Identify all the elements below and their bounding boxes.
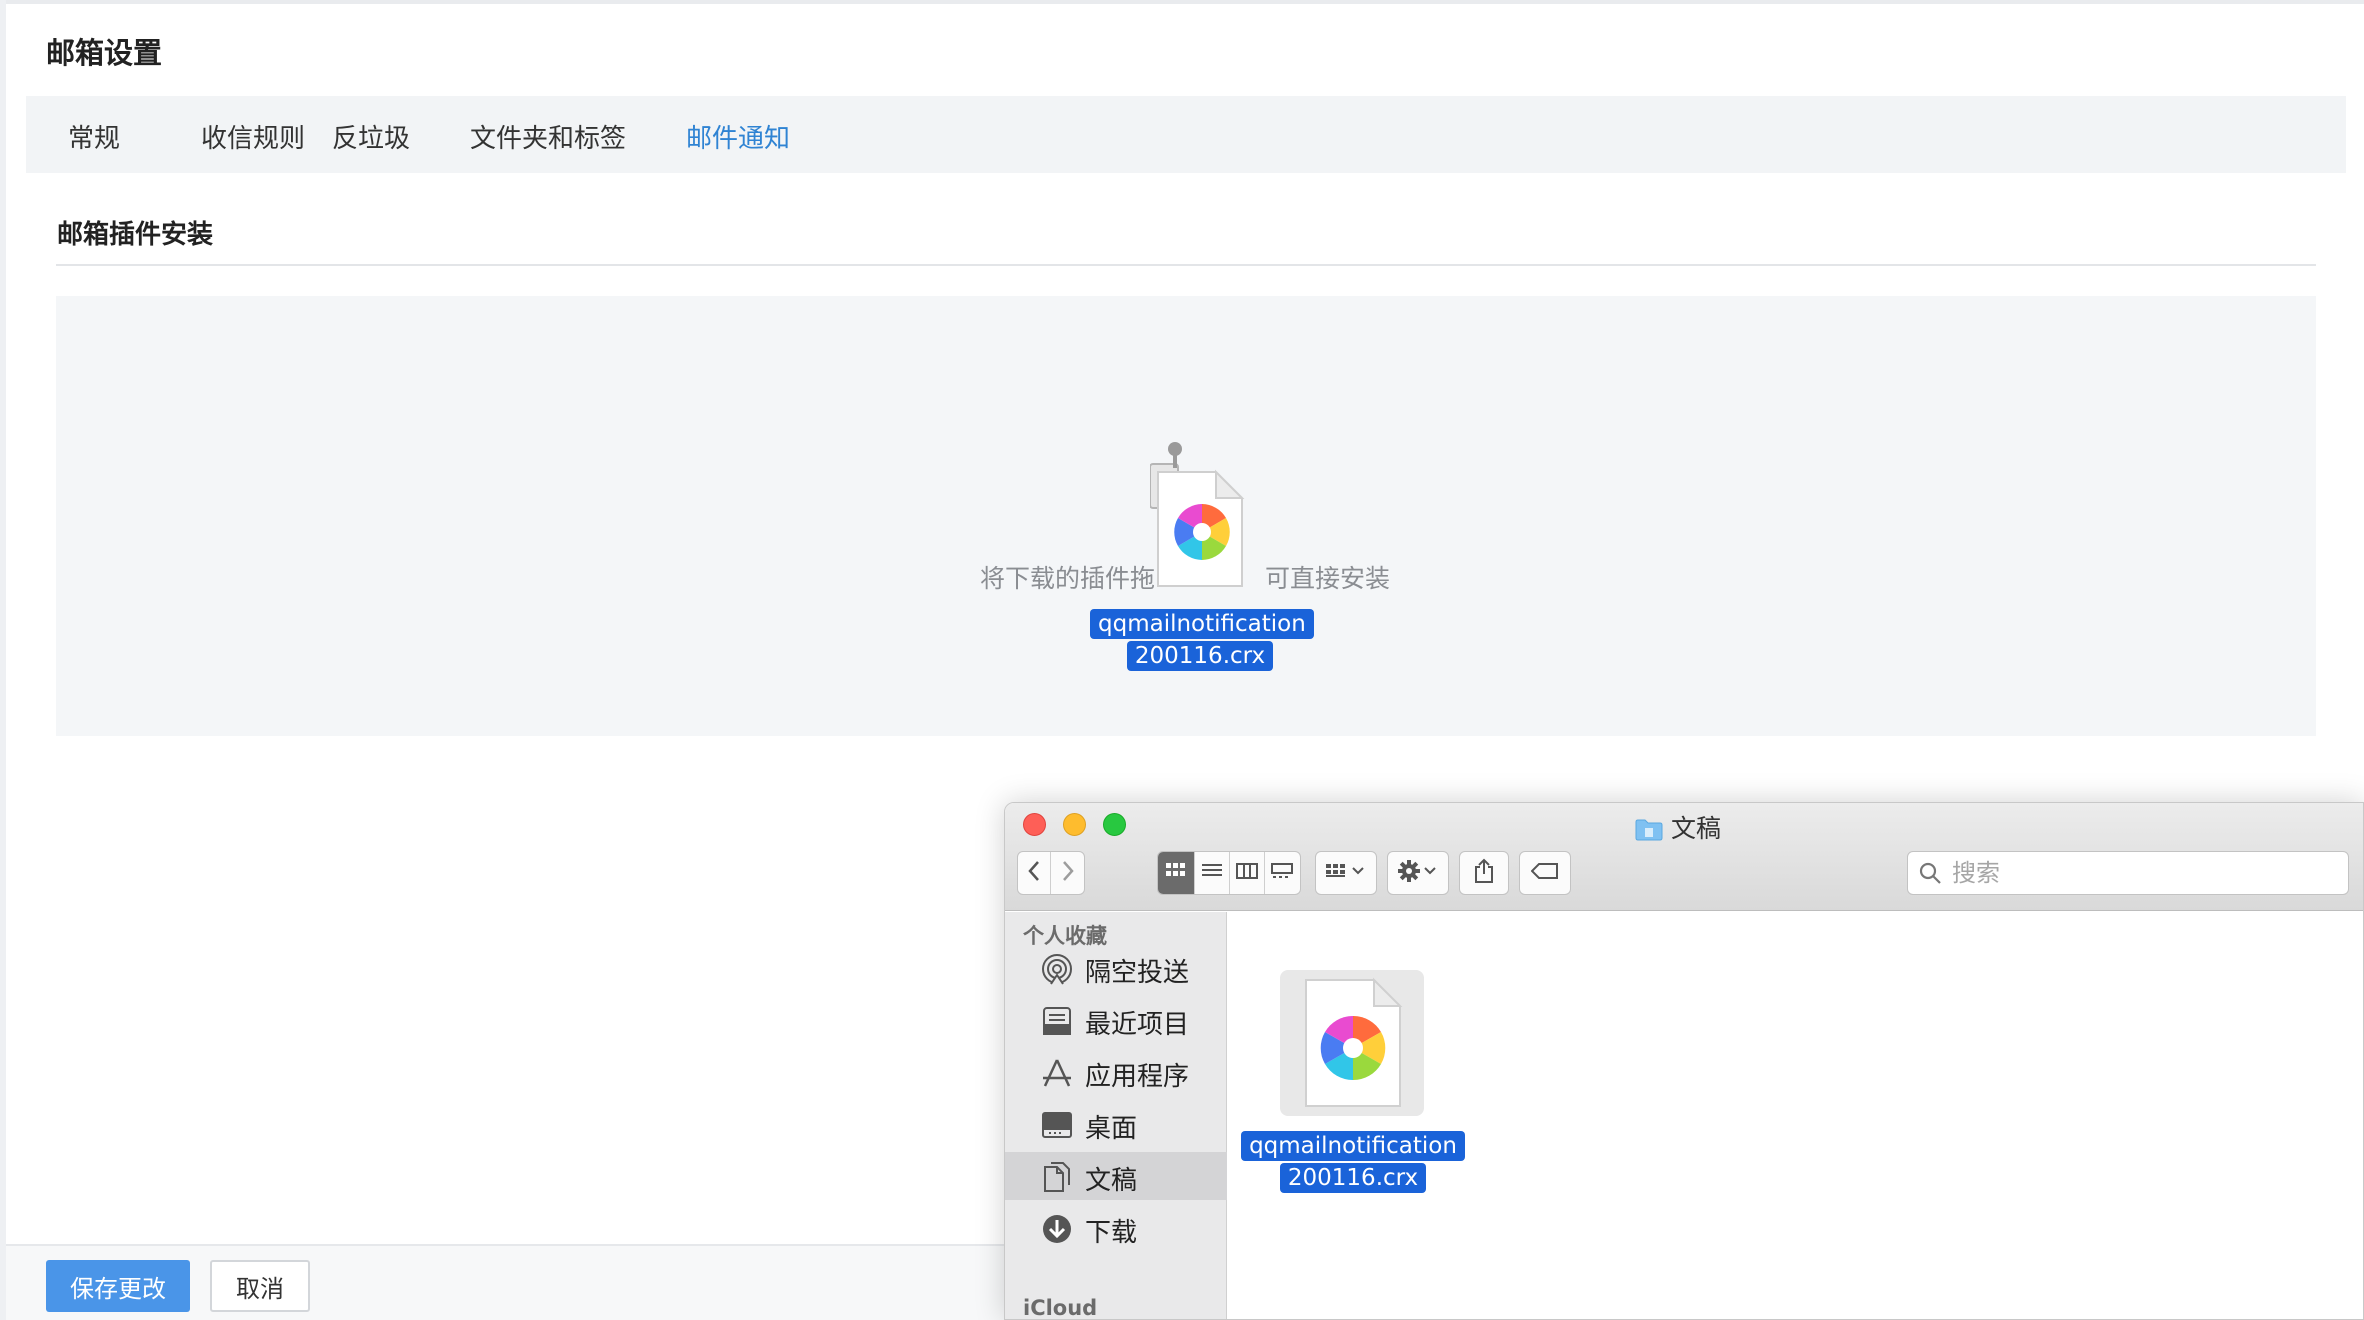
file-name-line2: 200116.crx bbox=[1279, 1163, 1427, 1193]
tag-icon bbox=[1530, 863, 1559, 883]
file-name-label: qqmailnotification 200116.crx bbox=[1228, 1130, 1478, 1194]
recents-icon bbox=[1041, 1005, 1073, 1037]
finder-search bbox=[1907, 851, 2349, 895]
applications-icon bbox=[1041, 1057, 1073, 1089]
tab-general[interactable]: 常规 bbox=[68, 118, 120, 155]
icon-view-button[interactable] bbox=[1158, 852, 1196, 894]
search-input[interactable] bbox=[1952, 858, 2332, 888]
sidebar-item-documents[interactable]: 文稿 bbox=[1005, 1152, 1227, 1200]
finder-titlebar[interactable]: 文稿 bbox=[1005, 803, 2363, 911]
window-title: 文稿 bbox=[1635, 809, 1721, 847]
nav-buttons bbox=[1017, 851, 1085, 895]
search-icon bbox=[1918, 861, 1942, 889]
sidebar-item-recents[interactable]: 最近项目 bbox=[1005, 996, 1227, 1044]
gear-icon bbox=[1398, 860, 1438, 886]
sidebar-item-label: 应用程序 bbox=[1085, 1062, 1190, 1092]
minimize-window-button[interactable] bbox=[1063, 813, 1086, 836]
dragging-crx-file-icon[interactable] bbox=[1149, 440, 1250, 590]
back-button[interactable] bbox=[1018, 852, 1052, 894]
finder-content: qqmailnotification 200116.crx bbox=[1228, 912, 2363, 1319]
group-icon bbox=[1326, 863, 1366, 883]
sidebar-item-label: 下载 bbox=[1085, 1218, 1138, 1248]
group-by-button[interactable] bbox=[1315, 851, 1377, 895]
action-menu-button[interactable] bbox=[1387, 851, 1449, 895]
column-view-icon bbox=[1235, 863, 1258, 883]
desktop-icon bbox=[1041, 1109, 1073, 1141]
section-title: 邮箱插件安装 bbox=[57, 220, 214, 250]
file-item[interactable] bbox=[1280, 970, 1424, 1116]
sidebar-item-airdrop[interactable]: 隔空投送 bbox=[1005, 944, 1227, 992]
dragging-file-label: qqmailnotification 200116.crx bbox=[1090, 608, 1314, 672]
window-title-text: 文稿 bbox=[1671, 814, 1722, 843]
list-view-icon bbox=[1202, 863, 1223, 883]
forward-button[interactable] bbox=[1051, 852, 1084, 894]
share-icon bbox=[1474, 858, 1494, 888]
column-view-button[interactable] bbox=[1230, 852, 1265, 894]
dragging-file-name-line1: qqmailnotification bbox=[1090, 609, 1314, 639]
gallery-view-icon bbox=[1271, 863, 1294, 883]
icloud-header: iCloud bbox=[1023, 1296, 1098, 1320]
tab-folders-and-labels[interactable]: 文件夹和标签 bbox=[470, 118, 626, 155]
page-left-border bbox=[0, 0, 6, 1320]
sidebar-item-label: 桌面 bbox=[1085, 1114, 1138, 1144]
list-view-button[interactable] bbox=[1195, 852, 1230, 894]
sidebar-item-desktop[interactable]: 桌面 bbox=[1005, 1100, 1227, 1148]
file-name-line1: qqmailnotification bbox=[1241, 1131, 1465, 1161]
page-top-line bbox=[6, 0, 2364, 4]
drop-hint-right: 可直接安装 bbox=[1265, 564, 1391, 593]
save-changes-button[interactable]: 保存更改 bbox=[46, 1260, 190, 1312]
settings-tabs: 常规 收信规则 反垃圾 文件夹和标签 邮件通知 bbox=[26, 96, 2346, 173]
section-divider bbox=[56, 264, 2316, 266]
tab-anti-spam[interactable]: 反垃圾 bbox=[332, 118, 410, 155]
icon-view-icon bbox=[1166, 863, 1186, 883]
page-title: 邮箱设置 bbox=[46, 36, 163, 70]
share-button[interactable] bbox=[1459, 851, 1509, 895]
folder-icon bbox=[1635, 818, 1663, 847]
finder-window: 文稿 搜索 个人收藏 隔空投送 最近项目 应用程序 桌面 文稿 下载 iClou… bbox=[1004, 802, 2364, 1320]
sidebar-item-downloads[interactable]: 下载 bbox=[1005, 1204, 1227, 1252]
chevron-right-icon bbox=[1061, 860, 1075, 886]
airdrop-icon bbox=[1041, 953, 1073, 985]
chevron-left-icon bbox=[1027, 860, 1041, 886]
tags-button[interactable] bbox=[1519, 851, 1571, 895]
downloads-icon bbox=[1041, 1213, 1073, 1245]
sidebar-item-label: 最近项目 bbox=[1085, 1010, 1190, 1040]
tab-mail-notification[interactable]: 邮件通知 bbox=[686, 118, 790, 155]
documents-icon bbox=[1041, 1161, 1073, 1193]
view-mode-selector bbox=[1157, 851, 1301, 895]
cancel-button[interactable]: 取消 bbox=[210, 1260, 310, 1312]
drop-hint-left: 将下载的插件拖 bbox=[980, 564, 1156, 593]
zoom-window-button[interactable] bbox=[1103, 813, 1126, 836]
crx-file-icon bbox=[1280, 977, 1424, 1120]
close-window-button[interactable] bbox=[1023, 813, 1046, 836]
sidebar-item-applications[interactable]: 应用程序 bbox=[1005, 1048, 1227, 1096]
sidebar-item-label: 隔空投送 bbox=[1085, 958, 1190, 988]
dragging-file-name-line2: 200116.crx bbox=[1126, 641, 1274, 671]
sidebar-item-label: 文稿 bbox=[1085, 1166, 1138, 1196]
finder-sidebar: 个人收藏 隔空投送 最近项目 应用程序 桌面 文稿 下载 iCloud bbox=[1005, 912, 1227, 1320]
tab-receiving-rules[interactable]: 收信规则 bbox=[201, 118, 305, 155]
gallery-view-button[interactable] bbox=[1265, 852, 1300, 894]
